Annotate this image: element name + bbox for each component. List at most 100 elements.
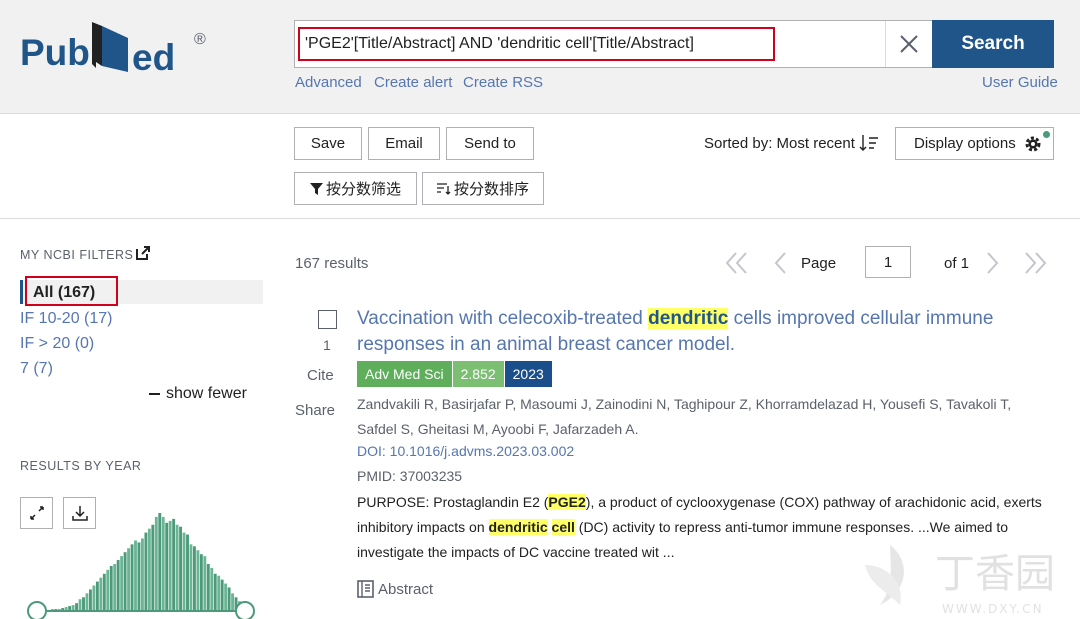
section-divider [0,218,1080,219]
year-bar[interactable] [213,573,217,611]
first-page-icon[interactable] [724,248,752,278]
year-bar[interactable] [220,579,224,611]
cite-button[interactable]: Cite [307,367,334,384]
share-button[interactable]: Share [295,402,335,419]
year-bar[interactable] [109,565,113,611]
year-bar[interactable] [154,516,158,611]
journal-badge: Adv Med Sci [357,361,452,387]
year-bar[interactable] [137,542,141,611]
snippet-part [548,519,552,535]
slider-handle-start[interactable] [27,601,47,619]
user-guide-link[interactable]: User Guide [982,74,1058,91]
filter-by-score-button[interactable]: 按分数筛选 [294,172,417,205]
year-bar[interactable] [78,599,82,611]
year-bar[interactable] [123,552,127,611]
year-bar[interactable] [147,528,151,611]
search-button[interactable]: Search [932,20,1054,68]
sort-by-score-button[interactable]: 按分数排序 [422,172,544,205]
gear-icon [1025,136,1041,152]
results-by-year-chart[interactable] [20,490,265,619]
email-button[interactable]: Email [368,127,440,160]
year-bar[interactable] [75,603,78,611]
year-bar[interactable] [217,575,221,611]
year-bar[interactable] [179,526,182,611]
result-checkbox[interactable] [318,310,337,329]
create-rss-link[interactable]: Create RSS [463,74,543,91]
sort-order-control[interactable]: Sorted by: Most recent [704,134,879,152]
impact-factor-badge: 2.852 [451,361,504,387]
last-page-icon[interactable] [1020,248,1048,278]
year-bar[interactable] [227,587,231,611]
pubmed-logo[interactable]: Pub ed ® [20,18,220,82]
previous-page-icon[interactable] [770,248,790,278]
year-bar[interactable] [120,556,124,611]
filter-item-7[interactable]: 7 (7) [20,360,53,378]
expand-chart-button[interactable] [20,497,53,529]
download-icon [71,506,88,521]
year-bar[interactable] [127,548,130,611]
create-alert-link[interactable]: Create alert [374,74,452,91]
advanced-link[interactable]: Advanced [295,74,362,91]
page-number-input[interactable] [865,246,911,278]
snippet-highlight: cell [551,519,575,535]
year-bar[interactable] [95,581,99,611]
next-page-icon[interactable] [983,248,1003,278]
year-bar[interactable] [231,593,234,611]
show-fewer-button[interactable]: show fewer [149,385,247,403]
logo-registered: ® [194,31,206,48]
year-bar[interactable] [106,569,110,611]
year-bar[interactable] [92,585,96,611]
dxy-watermark: 丁香园 WWW.DXY.CN [865,545,1055,616]
year-bar[interactable] [89,589,92,611]
year-bar[interactable] [196,550,200,611]
abstract-toggle-button[interactable]: Abstract [357,580,433,598]
year-bar[interactable] [199,554,203,611]
year-bar[interactable] [203,556,207,611]
my-ncbi-filters-title: MY NCBI FILTERS [20,248,134,262]
year-bar[interactable] [189,544,193,611]
year-bar[interactable] [210,567,214,611]
title-part: Vaccination with celecoxib-treated [357,308,649,329]
result-number: 1 [323,337,331,353]
title-highlight: dendritic [648,308,729,329]
year-bar[interactable] [168,520,172,611]
year-bar[interactable] [158,513,162,611]
year-bar[interactable] [193,546,196,611]
year-bar[interactable] [130,544,134,611]
year-bar[interactable] [161,516,165,611]
slider-handle-end[interactable] [235,601,255,619]
download-chart-button[interactable] [63,497,96,529]
page-total: of 1 [944,255,970,272]
year-bar[interactable] [134,540,137,611]
clear-search-button[interactable] [885,21,932,67]
year-bar[interactable] [172,518,176,611]
year-bar[interactable] [85,593,89,611]
year-bar[interactable] [82,597,85,611]
result-title-link[interactable]: Vaccination with celecoxib-treated dendr… [357,306,1037,358]
year-bar[interactable] [116,560,120,611]
external-link-icon[interactable] [136,246,150,260]
year-bar[interactable] [186,534,189,611]
year-bar[interactable] [151,524,155,611]
year-bar[interactable] [182,532,186,611]
show-fewer-label: show fewer [166,385,247,402]
send-to-button[interactable]: Send to [446,127,534,160]
filter-item-if-over-20[interactable]: IF > 20 (0) [20,335,94,353]
display-options-button[interactable]: Display options [895,127,1054,160]
year-bar[interactable] [144,532,148,611]
snippet-highlight: dendritic [488,519,548,535]
year-bar[interactable] [99,577,103,611]
year-bar[interactable] [175,524,179,611]
year-bar[interactable] [206,563,210,611]
save-button[interactable]: Save [294,127,362,160]
watermark-subtext: WWW.DXY.CN [942,602,1044,616]
results-by-year-title: RESULTS BY YEAR [20,459,142,473]
year-bar[interactable] [165,522,169,611]
year-bar[interactable] [224,583,228,611]
year-bar[interactable] [113,563,117,611]
result-doi[interactable]: DOI: 10.1016/j.advms.2023.03.002 [357,443,574,459]
year-bar[interactable] [102,573,106,611]
year-bar[interactable] [141,538,144,611]
sort-descending-icon [859,135,878,151]
filter-item-if-10-20[interactable]: IF 10-20 (17) [20,310,112,328]
